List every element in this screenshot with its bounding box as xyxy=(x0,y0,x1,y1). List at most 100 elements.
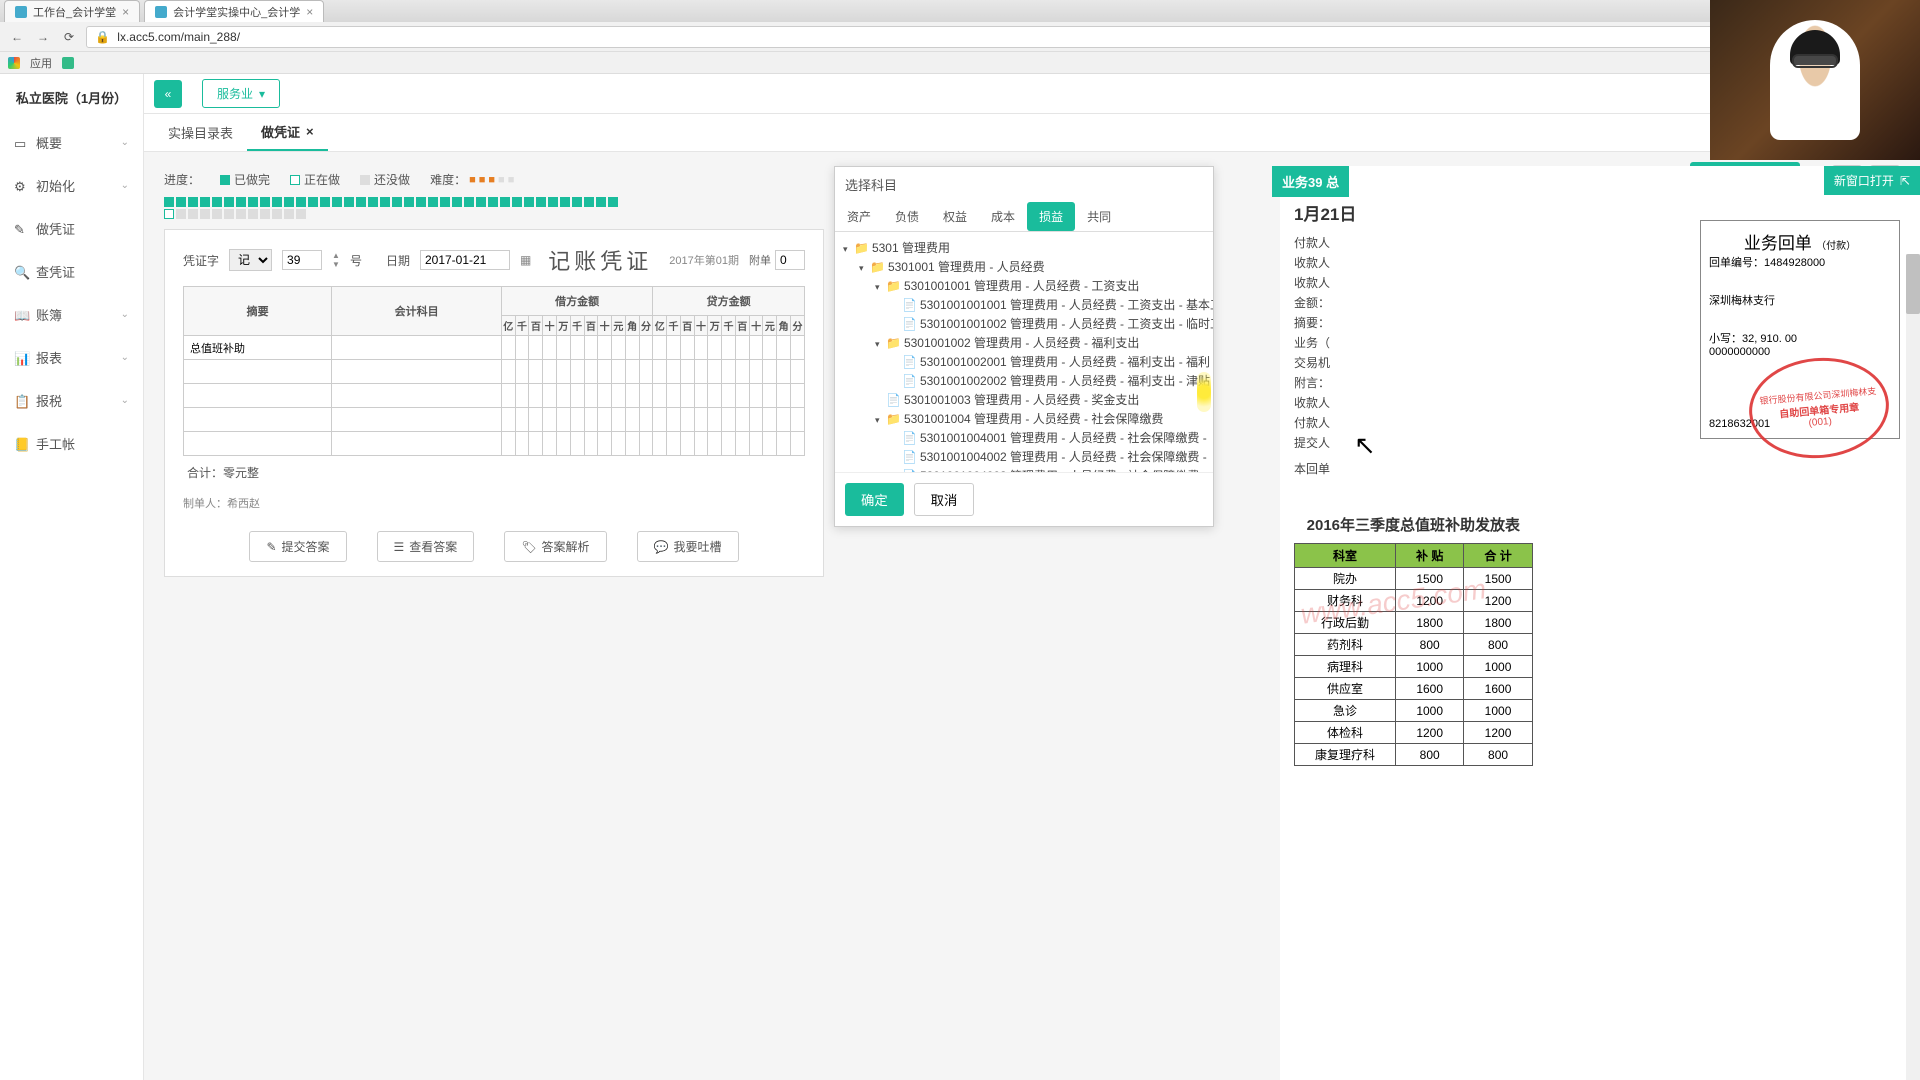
amount-cell[interactable] xyxy=(708,336,722,360)
view-answer-button[interactable]: ☰查看答案 xyxy=(377,531,475,562)
amount-cell[interactable] xyxy=(790,408,804,432)
progress-cell[interactable] xyxy=(296,209,306,219)
amount-cell[interactable] xyxy=(598,408,612,432)
amount-cell[interactable] xyxy=(790,360,804,384)
tree-node[interactable]: ▾📁5301001 管理费用 - 人员经费 xyxy=(839,257,1209,276)
amount-cell[interactable] xyxy=(680,360,694,384)
amount-cell[interactable] xyxy=(777,432,791,456)
amount-cell[interactable] xyxy=(529,360,543,384)
amount-cell[interactable] xyxy=(749,384,763,408)
amount-cell[interactable] xyxy=(708,432,722,456)
account-cell[interactable] xyxy=(332,432,502,456)
apps-icon[interactable] xyxy=(8,57,20,69)
amount-cell[interactable] xyxy=(529,432,543,456)
amount-cell[interactable] xyxy=(763,336,777,360)
progress-cell[interactable] xyxy=(392,197,402,207)
sidebar-item[interactable]: 📒手工帐 xyxy=(0,422,143,465)
progress-cell[interactable] xyxy=(488,197,498,207)
feedback-button[interactable]: 💬我要吐槽 xyxy=(637,531,739,562)
amount-cell[interactable] xyxy=(543,432,557,456)
progress-cell[interactable] xyxy=(284,197,294,207)
amount-cell[interactable] xyxy=(639,360,653,384)
progress-cell[interactable] xyxy=(164,209,174,219)
amount-cell[interactable] xyxy=(584,432,598,456)
amount-cell[interactable] xyxy=(653,432,667,456)
amount-cell[interactable] xyxy=(667,384,681,408)
amount-cell[interactable] xyxy=(722,408,736,432)
sidebar-item[interactable]: ⚙初始化⌄ xyxy=(0,164,143,207)
amount-cell[interactable] xyxy=(790,432,804,456)
close-icon[interactable]: × xyxy=(122,5,129,19)
sidebar-item[interactable]: ✎做凭证 xyxy=(0,207,143,250)
amount-cell[interactable] xyxy=(749,432,763,456)
amount-cell[interactable] xyxy=(763,432,777,456)
amount-cell[interactable] xyxy=(570,336,584,360)
amount-cell[interactable] xyxy=(556,336,570,360)
amount-cell[interactable] xyxy=(680,432,694,456)
amount-cell[interactable] xyxy=(556,384,570,408)
tree-node[interactable]: 📄5301001001002 管理费用 - 人员经费 - 工资支出 - 临时工 xyxy=(839,314,1209,333)
amount-cell[interactable] xyxy=(722,336,736,360)
amount-cell[interactable] xyxy=(680,384,694,408)
browser-tab-active[interactable]: 会计学堂实操中心_会计学 × xyxy=(144,0,324,22)
apps-label[interactable]: 应用 xyxy=(30,55,52,71)
amount-cell[interactable] xyxy=(735,432,749,456)
account-tree[interactable]: ▾📁5301 管理费用▾📁5301001 管理费用 - 人员经费 ▾📁530100… xyxy=(835,232,1213,472)
amount-cell[interactable] xyxy=(667,360,681,384)
amount-cell[interactable] xyxy=(625,336,639,360)
amount-cell[interactable] xyxy=(543,408,557,432)
progress-cell[interactable] xyxy=(332,197,342,207)
progress-cell[interactable] xyxy=(176,209,186,219)
amount-cell[interactable] xyxy=(570,384,584,408)
amount-cell[interactable] xyxy=(694,408,708,432)
tree-node[interactable]: 📄5301001004003 管理费用 - 人员经费 - 社会保障缴费 - xyxy=(839,466,1209,472)
amount-cell[interactable] xyxy=(694,336,708,360)
account-tab[interactable]: 成本 xyxy=(979,202,1027,231)
account-cell[interactable] xyxy=(332,360,502,384)
amount-cell[interactable] xyxy=(625,408,639,432)
amount-cell[interactable] xyxy=(612,432,626,456)
calendar-icon[interactable]: ▦ xyxy=(520,253,531,267)
amount-cell[interactable] xyxy=(653,408,667,432)
progress-cell[interactable] xyxy=(260,209,270,219)
account-cell[interactable] xyxy=(332,408,502,432)
progress-cell[interactable] xyxy=(296,197,306,207)
voucher-number-input[interactable] xyxy=(282,250,322,270)
amount-cell[interactable] xyxy=(680,336,694,360)
amount-cell[interactable] xyxy=(543,384,557,408)
progress-cell[interactable] xyxy=(200,209,210,219)
amount-cell[interactable] xyxy=(501,432,515,456)
amount-cell[interactable] xyxy=(625,360,639,384)
close-icon[interactable]: × xyxy=(306,5,313,19)
amount-cell[interactable] xyxy=(570,432,584,456)
amount-cell[interactable] xyxy=(543,360,557,384)
sidebar-item[interactable]: 📋报税⌄ xyxy=(0,379,143,422)
amount-cell[interactable] xyxy=(515,408,529,432)
amount-cell[interactable] xyxy=(694,432,708,456)
progress-cell[interactable] xyxy=(248,209,258,219)
amount-cell[interactable] xyxy=(515,336,529,360)
amount-cell[interactable] xyxy=(598,384,612,408)
amount-cell[interactable] xyxy=(570,408,584,432)
tree-node[interactable]: 📄5301001002001 管理费用 - 人员经费 - 福利支出 - 福利 xyxy=(839,352,1209,371)
amount-cell[interactable] xyxy=(722,432,736,456)
scrollbar-thumb[interactable] xyxy=(1906,254,1920,314)
analyze-button[interactable]: 🏷答案解析 xyxy=(504,531,606,562)
tree-node[interactable]: 📄5301001001001 管理费用 - 人员经费 - 工资支出 - 基本工 xyxy=(839,295,1209,314)
amount-cell[interactable] xyxy=(501,336,515,360)
stepper-up-icon[interactable]: ▲ xyxy=(332,251,340,260)
amount-cell[interactable] xyxy=(777,384,791,408)
amount-cell[interactable] xyxy=(556,408,570,432)
amount-cell[interactable] xyxy=(667,336,681,360)
reload-icon[interactable]: ⟳ xyxy=(60,28,78,46)
amount-cell[interactable] xyxy=(777,408,791,432)
amount-cell[interactable] xyxy=(625,432,639,456)
tree-node[interactable]: ▾📁5301 管理费用 xyxy=(839,238,1209,257)
close-icon[interactable]: × xyxy=(306,124,314,139)
new-window-button[interactable]: 新窗口打开 ⇱ xyxy=(1824,166,1920,195)
tree-node[interactable]: ▾📁5301001004 管理费用 - 人员经费 - 社会保障缴费 xyxy=(839,409,1209,428)
amount-cell[interactable] xyxy=(777,360,791,384)
amount-cell[interactable] xyxy=(529,408,543,432)
amount-cell[interactable] xyxy=(749,408,763,432)
attach-input[interactable] xyxy=(775,250,805,270)
